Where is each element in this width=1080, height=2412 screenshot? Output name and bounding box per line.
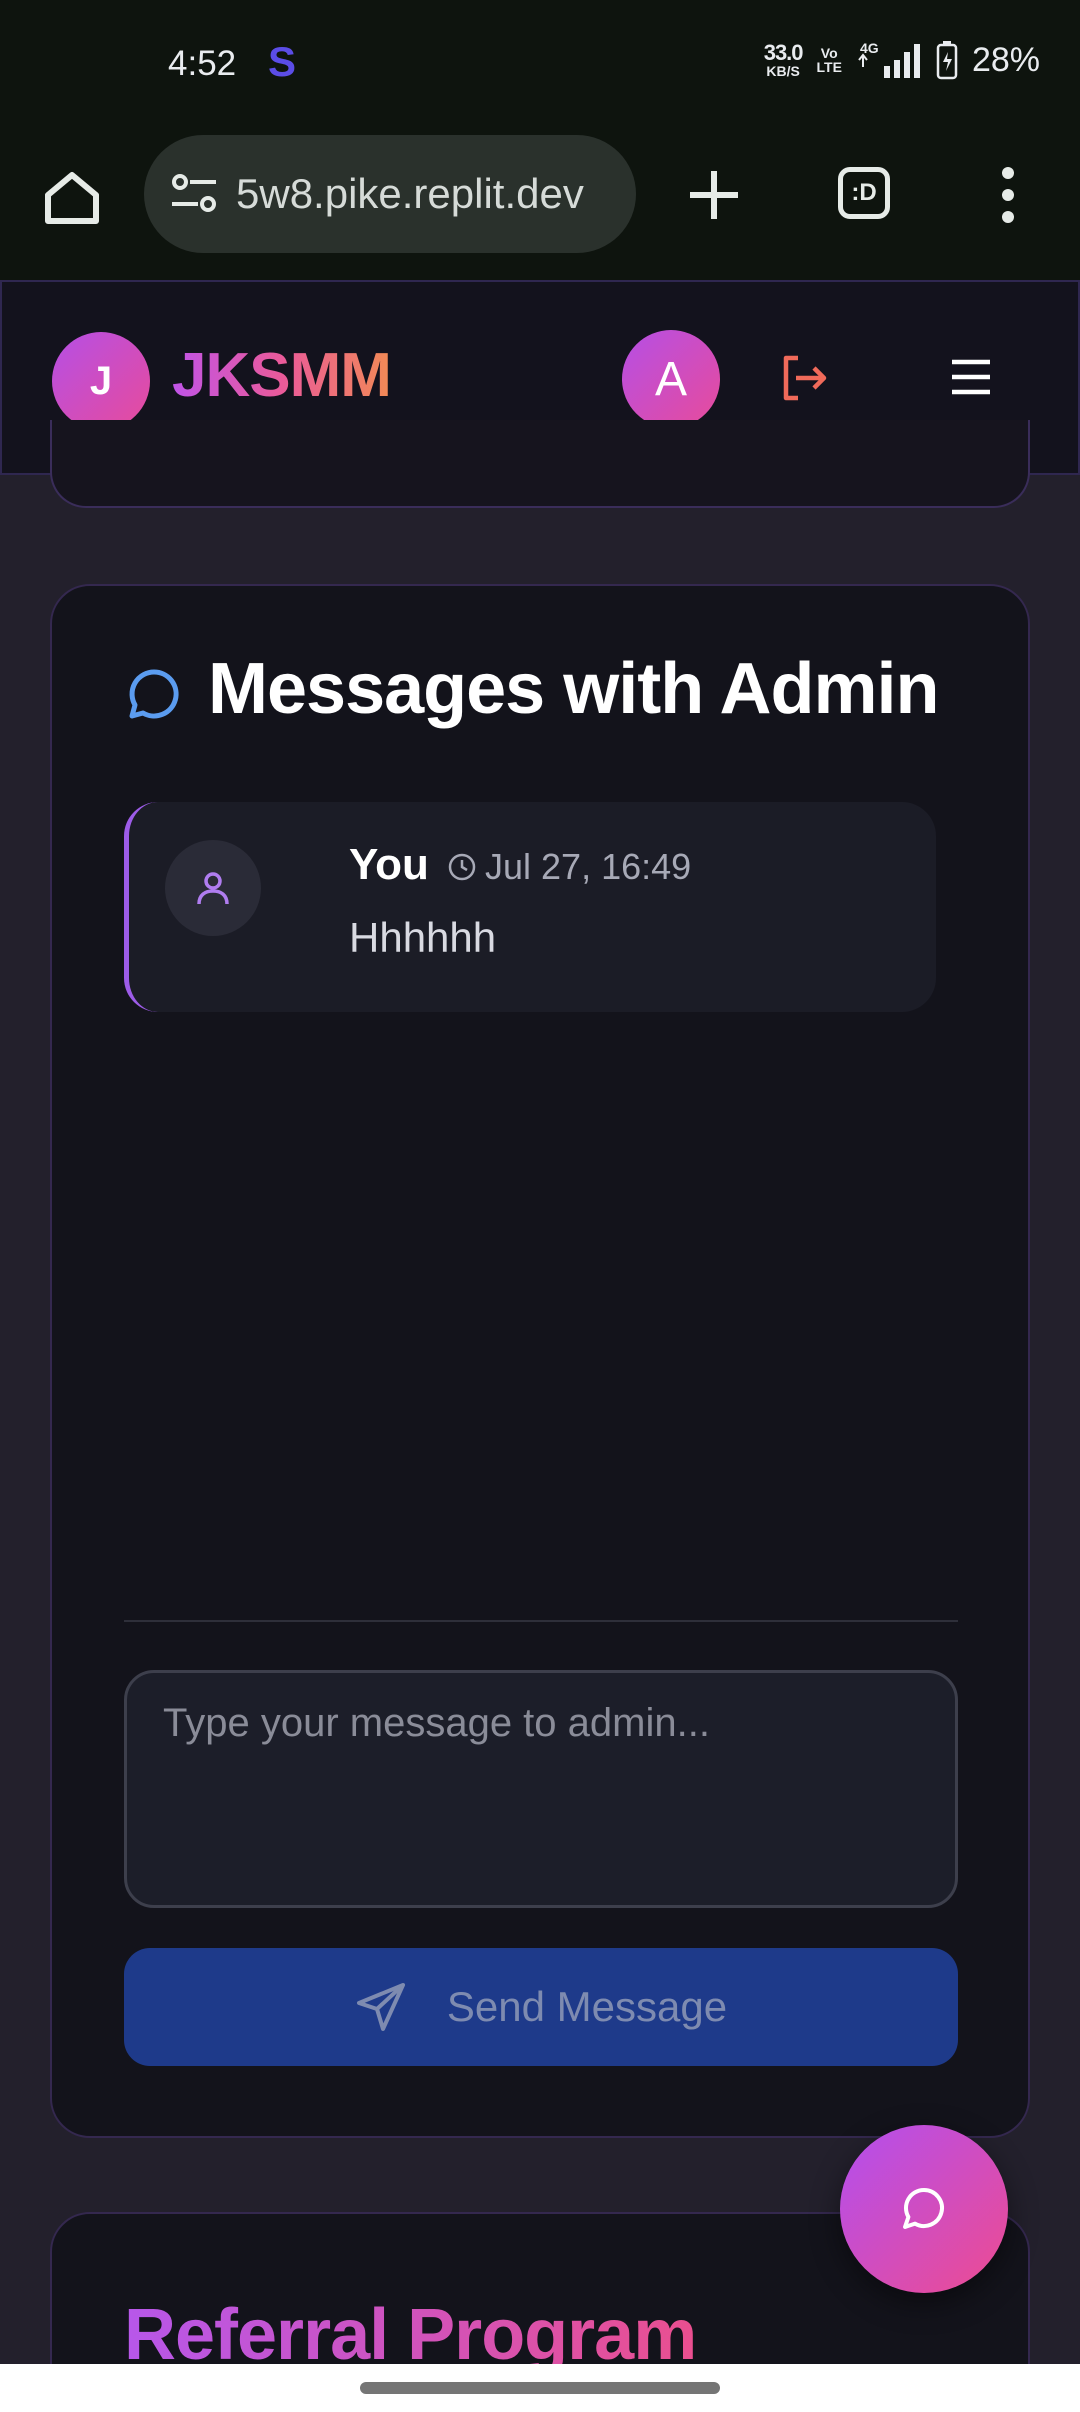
- previous-card: [50, 420, 1030, 508]
- tab-switcher-icon[interactable]: :D: [838, 167, 890, 219]
- send-message-button[interactable]: Send Message: [124, 1948, 958, 2066]
- send-icon: [356, 1983, 405, 2031]
- user-icon: [197, 872, 229, 905]
- volte-icon: Vo LTE: [817, 46, 842, 74]
- status-indicators: 33.0 KB/S Vo LTE 4G 28%: [764, 40, 1040, 80]
- chat-fab-button[interactable]: [840, 2125, 1008, 2293]
- site-settings-icon[interactable]: [168, 168, 220, 220]
- message-body: Hhhhhh: [349, 914, 497, 961]
- message-author: You: [349, 840, 429, 889]
- send-button-label: Send Message: [446, 1983, 728, 2030]
- battery-icon: [936, 41, 958, 80]
- network-speed-value: 33.0: [763, 40, 804, 65]
- message-circle-icon: [129, 669, 179, 719]
- volte-top: Vo: [820, 45, 838, 61]
- new-tab-icon[interactable]: [684, 165, 744, 225]
- logout-icon[interactable]: [778, 352, 830, 404]
- home-icon[interactable]: [40, 165, 104, 229]
- message-avatar: [165, 840, 261, 936]
- volte-bottom: LTE: [816, 59, 842, 75]
- more-vert-icon[interactable]: [990, 163, 1026, 227]
- clock-icon: [448, 853, 476, 881]
- message-circle-icon: [903, 2188, 944, 2229]
- browser-toolbar: 5w8.pike.replit.dev :D: [0, 135, 1080, 280]
- status-time: 4:52: [168, 44, 237, 83]
- status-bar: 4:52 S 33.0 KB/S Vo LTE 4G 28%: [0, 0, 1080, 135]
- network-type: 4G: [860, 40, 879, 56]
- brand-name[interactable]: JKSMM: [172, 340, 392, 411]
- gesture-nav-bar: [0, 2364, 1080, 2412]
- battery-percent: 28%: [971, 40, 1040, 79]
- logo[interactable]: J: [52, 332, 150, 430]
- message-input[interactable]: [124, 1670, 958, 1908]
- gesture-handle[interactable]: [360, 2382, 720, 2394]
- notification-app-icon: S: [268, 38, 297, 85]
- user-avatar[interactable]: A: [622, 330, 720, 428]
- network-speed-unit: KB/S: [766, 63, 800, 79]
- messages-card: Messages with Admin You Jul 27, 16:49 Hh…: [50, 584, 1030, 2138]
- message-time: Jul 27, 16:49: [485, 846, 692, 887]
- messages-title: Messages with Admin: [208, 649, 939, 729]
- menu-icon[interactable]: [948, 354, 994, 400]
- network-speed: 33.0 KB/S: [763, 40, 804, 79]
- message-item: You Jul 27, 16:49 Hhhhhh: [124, 802, 936, 1012]
- url-text[interactable]: 5w8.pike.replit.dev: [236, 170, 606, 218]
- divider: [124, 1620, 958, 1622]
- address-bar[interactable]: 5w8.pike.replit.dev: [144, 135, 636, 253]
- signal-icon: 4G: [858, 40, 920, 78]
